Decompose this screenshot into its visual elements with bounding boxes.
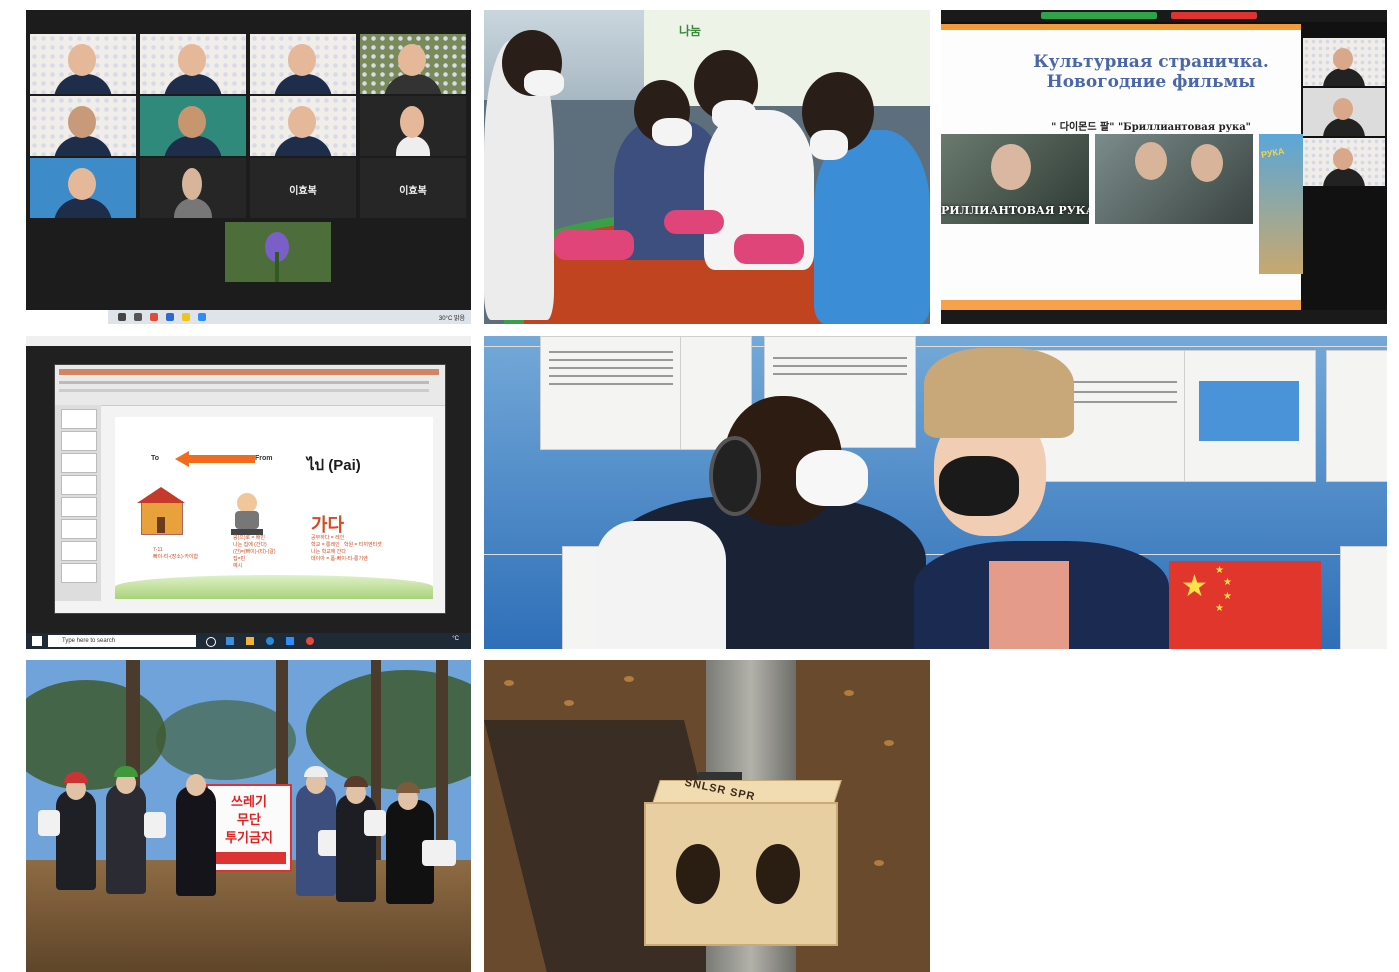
tray-weather: °C: [452, 636, 459, 642]
participant-tile: [360, 96, 466, 156]
acorn-box-photo: SNLSR SPR: [484, 660, 930, 972]
korean-word: 가다: [311, 515, 345, 535]
volunteer: [56, 790, 96, 890]
participant-tile: [140, 158, 246, 218]
banner-line: 무단: [237, 812, 261, 827]
participant-thumbnail: [1303, 88, 1385, 136]
chrome-icon: [150, 313, 158, 321]
rubber-glove: [664, 210, 724, 234]
exhibit-poster: [1184, 350, 1316, 482]
thai-word: ไป (Pai): [307, 457, 361, 474]
participant-tile: [30, 34, 136, 94]
earmuff: [709, 436, 761, 516]
banner-line: 쓰레기: [231, 794, 267, 809]
kimchi-making-photo: 나눔: [484, 10, 930, 324]
hanbok-exhibition-photo: ★ ★ ★ ★ ★: [484, 336, 1387, 649]
to-label: To: [151, 455, 160, 462]
mural-text: 나눔: [679, 24, 702, 38]
film-still: [1095, 134, 1253, 224]
presentation-slide: Культурная страничка. Новогодние фильмы …: [941, 24, 1303, 310]
no-dumping-banner: 쓰레기 무단 투기금지: [206, 784, 292, 872]
share-status-pill: [1041, 12, 1157, 19]
participant-tile: [250, 96, 356, 156]
exhibit-poster: [1340, 546, 1387, 649]
note-right: 공부하다 = 레인 학교 = 롱레인 학원 = 티끼엔티셋 나는 학교에 간다 …: [311, 535, 382, 562]
zoom-share-bar: [941, 10, 1387, 22]
participant-thumbnail: [1303, 38, 1385, 86]
participant-name-tile: 이효복: [360, 158, 466, 218]
tray-weather: 30°C 맑음: [438, 316, 465, 322]
wooden-acorn-box: [644, 802, 838, 946]
china-flag: ★ ★ ★ ★ ★: [1169, 561, 1321, 649]
taskbar-icon: [118, 313, 126, 321]
rubber-glove: [734, 234, 804, 264]
taskbar-icon: [226, 637, 234, 645]
arrow-left-icon: [175, 451, 255, 467]
note-left: 7-11 빠이-티-(장소)-카이합: [153, 547, 199, 560]
thai-lesson-screenshot: To From ไป (Pai) 가다 7-11 빠이-티-(장소)-카이합 콩…: [26, 336, 471, 649]
taskbar-search: Type here to search: [48, 635, 196, 647]
note-middle: 콩(으)로 = 배민 나는 집에 (간다) (간)=(빠이)-(티)-(갈) 집…: [233, 535, 276, 569]
windows-taskbar: Type here to search °C: [26, 633, 471, 649]
chrome-icon: [306, 637, 314, 645]
participant-tile: [250, 34, 356, 94]
zoom-icon: [286, 637, 294, 645]
edge-icon: [266, 637, 274, 645]
participant-tile: [30, 158, 136, 218]
taskbar-icon: [166, 313, 174, 321]
ribbon-toolbar: [55, 365, 445, 406]
banner-line: 투기금지: [225, 830, 273, 845]
participant-tile: [140, 96, 246, 156]
zoom-meeting-photo: 이효복 이효복 30°C 맑음: [26, 10, 471, 324]
zoom-icon: [198, 313, 206, 321]
slide-title-line2: Новогодние фильмы: [1046, 72, 1256, 92]
slide-thumbnails: [55, 405, 101, 601]
bucket-hat: [924, 348, 1074, 438]
zoom-bottom-bar: [941, 310, 1387, 324]
slide-title-line1: Культурная страничка.: [1033, 52, 1269, 72]
poster-title: РУКА: [1260, 146, 1286, 160]
slide-subtitle: " 다이몬드 팔" "Бриллиантовая рука": [1051, 122, 1251, 133]
windows-taskbar: 30°C 맑음: [26, 310, 471, 324]
current-slide: To From ไป (Pai) 가다 7-11 빠이-티-(장소)-카이합 콩…: [115, 417, 433, 599]
volunteer: [176, 786, 216, 896]
face-mask-black: [939, 456, 1019, 516]
taskbar-icon: [182, 313, 190, 321]
from-label: From: [255, 455, 273, 462]
visitor-white-jacket: [596, 521, 726, 649]
participant-tile: [225, 222, 331, 282]
task-view-icon: [206, 637, 216, 647]
taskbar-search: [26, 310, 108, 324]
participant-name-tile: 이효복: [250, 158, 356, 218]
stop-share-pill: [1171, 12, 1257, 19]
powerpoint-window: To From ไป (Pai) 가다 7-11 빠이-티-(장소)-카이합 콩…: [54, 364, 446, 614]
volunteer: [106, 784, 146, 894]
participant-tile: [360, 34, 466, 94]
film-poster: РУКА: [1259, 134, 1303, 274]
windows-start-icon: [32, 636, 42, 646]
taskbar-icon: [134, 313, 142, 321]
zoom-window-title: [26, 336, 471, 346]
participant-tile: [140, 34, 246, 94]
participant-thumbnail: [1303, 138, 1385, 186]
participant-tile: [30, 96, 136, 156]
face-mask-white: [796, 450, 868, 506]
litter-campaign-photo: 쓰레기 무단 투기금지: [26, 660, 471, 972]
rubber-glove: [554, 230, 634, 260]
school-building-icon: [137, 487, 185, 535]
film-caption: РИЛЛИАНТОВАЯ РУКА: [941, 204, 1089, 217]
film-still: РИЛЛИАНТОВАЯ РУКА: [941, 134, 1089, 224]
participant-name: 이효복: [399, 186, 427, 197]
cartoon-runner-icon: [227, 493, 267, 537]
file-explorer-icon: [246, 637, 254, 645]
exhibit-poster: [1326, 350, 1387, 482]
exhibit-poster: [540, 336, 682, 450]
russian-culture-slide-screenshot: Культурная страничка. Новогодние фильмы …: [941, 10, 1387, 324]
participant-name: 이효복: [289, 186, 317, 197]
pink-shirt: [989, 561, 1069, 649]
